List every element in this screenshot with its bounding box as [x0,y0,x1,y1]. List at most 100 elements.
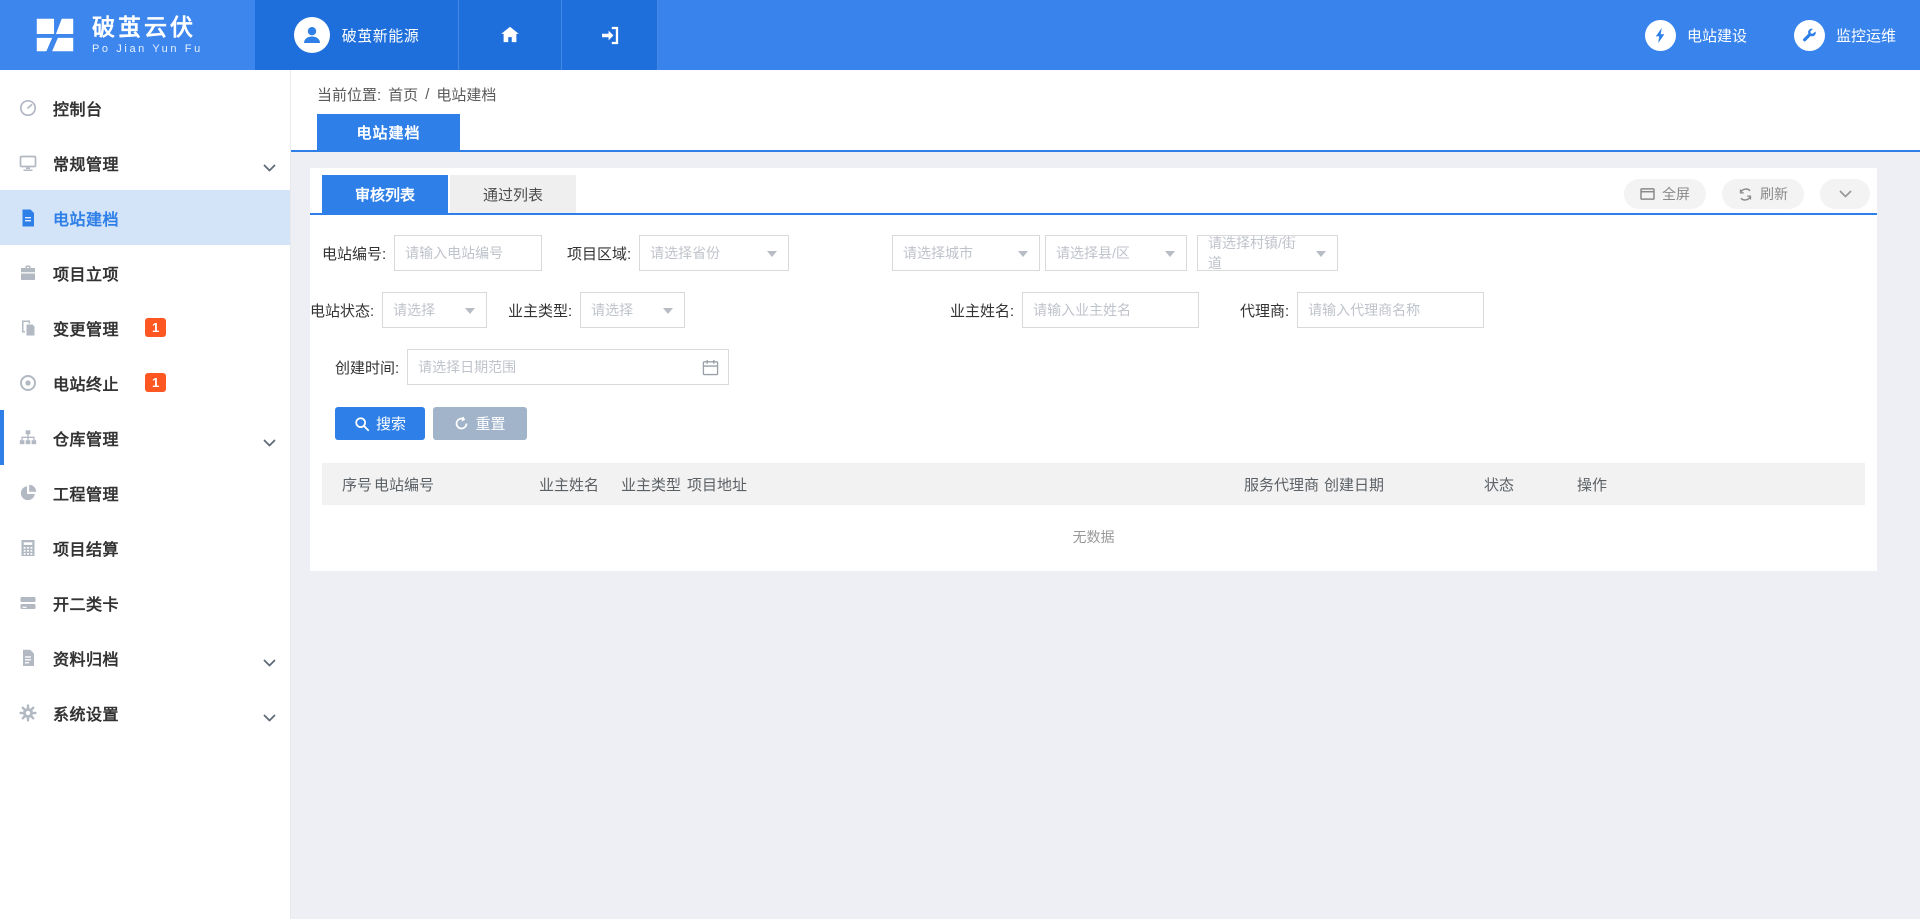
sidebar-item-label: 控制台 [53,96,103,120]
owner-type-select[interactable]: 请选择 [580,292,685,328]
station-status-value: 请选择 [393,300,435,320]
panel-tabs-row: 审核列表 通过列表 全屏 刷新 [310,168,1877,215]
search-button[interactable]: 搜索 [335,407,425,440]
sidebar-item-change-mgmt[interactable]: 变更管理 1 [0,300,290,355]
created-time-field: 创建时间: [335,349,729,385]
sidebar-item-system-settings[interactable]: 系统设置 [0,685,290,740]
user-avatar-icon [300,23,324,47]
agent-label: 代理商: [1240,300,1289,321]
chevron-down-icon [263,434,276,452]
table-header-row: 序号 电站编号 业主姓名 业主类型 项目地址 服务代理商 创建日期 状态 操作 [322,463,1865,505]
sidebar-item-label: 项目立项 [53,261,119,285]
chevron-down-icon [1839,190,1852,198]
station-no-input[interactable] [394,235,542,271]
mode-station-build[interactable]: 电站建设 [1645,20,1747,51]
wrench-icon [1801,27,1817,43]
main-content: 当前位置: 首页 / 电站建档 电站建档 审核列表 通过列表 全屏 刷新 [291,70,1920,919]
brand-logo-icon [32,12,78,58]
sidebar-item-station-archive[interactable]: 电站建档 [0,190,290,245]
owner-type-field: 业主类型: 请选择 [508,292,685,328]
page-tab-station-archive[interactable]: 电站建档 [317,114,460,150]
brand-title: 破茧云伏 [92,15,203,40]
gauge-icon [18,98,44,118]
dropdown-arrow-icon [663,308,673,314]
sidebar-item-data-archive[interactable]: 资料归档 [0,630,290,685]
owner-name-label: 业主姓名: [950,300,1014,321]
credit-card-icon [18,593,44,613]
agent-field: 代理商: [1240,292,1484,328]
dropdown-arrow-icon [1018,251,1028,257]
sidebar-item-warehouse-mgmt[interactable]: 仓库管理 [0,410,290,465]
col-created: 创建日期 [1324,474,1484,495]
archive-file-icon [18,648,44,668]
province-select[interactable]: 请选择省份 [639,235,789,271]
sitemap-icon [18,428,44,448]
sidebar-item-general-mgmt[interactable]: 常规管理 [0,135,290,190]
breadcrumb-prefix: 当前位置: [317,84,381,105]
sidebar-item-type2-card[interactable]: 开二类卡 [0,575,290,630]
wrench-icon-wrap [1794,20,1825,51]
breadcrumb-home-link[interactable]: 首页 [388,84,418,105]
search-icon [354,416,370,432]
chevron-down-icon [263,709,276,727]
sidebar-item-project-settlement[interactable]: 项目结算 [0,520,290,575]
city-select[interactable]: 请选择城市 [892,235,1040,271]
company-name: 破茧新能源 [342,25,420,46]
sidebar-item-label: 电站终止 [53,371,119,395]
breadcrumb: 当前位置: 首页 / 电站建档 [317,84,496,105]
station-archive-panel: 审核列表 通过列表 全屏 刷新 电站编号: [310,168,1877,571]
refresh-icon [1738,187,1753,202]
agent-input[interactable] [1297,292,1484,328]
top-header: 破茧云伏 Po Jian Yun Fu 破茧新能源 [0,0,1920,70]
owner-type-label: 业主类型: [508,300,572,321]
calculator-icon [18,538,44,558]
region-label: 项目区域: [567,243,631,264]
document-icon [18,208,44,228]
notification-badge: 1 [145,318,166,337]
col-index: 序号 [322,474,374,495]
tab-passed-list[interactable]: 通过列表 [450,175,576,213]
tab-review-list[interactable]: 审核列表 [322,175,448,213]
date-range-input[interactable] [407,349,729,385]
station-no-field: 电站编号: [322,235,542,271]
province-select-value: 请选择省份 [650,243,720,263]
refresh-button[interactable]: 刷新 [1722,179,1804,209]
sidebar-item-label: 资料归档 [53,646,119,670]
sidebar-item-engineering-mgmt[interactable]: 工程管理 [0,465,290,520]
reset-icon [454,416,469,431]
panel-toolbar: 全屏 刷新 [1624,179,1870,209]
reset-button[interactable]: 重置 [433,407,527,440]
mode-monitor-ops-label: 监控运维 [1836,25,1896,46]
region-province-field: 项目区域: 请选择省份 [567,235,789,271]
breadcrumb-separator: / [425,86,429,103]
owner-name-input[interactable] [1022,292,1199,328]
dropdown-arrow-icon [1165,251,1175,257]
station-status-select[interactable]: 请选择 [382,292,487,328]
fullscreen-button[interactable]: 全屏 [1624,179,1706,209]
sidebar-item-console[interactable]: 控制台 [0,80,290,135]
village-select[interactable]: 请选择村镇/街道 [1197,235,1338,271]
lightning-icon-wrap [1645,20,1676,51]
home-icon [499,24,521,46]
sidebar-item-station-termination[interactable]: 电站终止 1 [0,355,290,410]
date-range-picker[interactable] [407,349,729,385]
col-address: 项目地址 [687,474,1244,495]
sidebar-item-label: 开二类卡 [53,591,119,615]
logout-button[interactable] [562,0,658,70]
empty-state: 无数据 [322,505,1865,569]
col-agent: 服务代理商 [1244,474,1324,495]
region-village-field: 请选择村镇/街道 [1197,235,1338,271]
home-button[interactable] [459,0,562,70]
user-menu[interactable]: 破茧新能源 [255,0,459,70]
county-select-value: 请选择县/区 [1056,243,1130,263]
briefcase-icon [18,263,44,283]
pie-chart-icon [18,483,44,503]
mode-station-build-label: 电站建设 [1687,25,1747,46]
sidebar-item-project-initiation[interactable]: 项目立项 [0,245,290,300]
county-select[interactable]: 请选择县/区 [1045,235,1187,271]
created-time-label: 创建时间: [335,357,399,378]
mode-monitor-ops[interactable]: 监控运维 [1794,20,1896,51]
collapse-button[interactable] [1820,179,1870,209]
brand-logo[interactable]: 破茧云伏 Po Jian Yun Fu [0,0,255,70]
owner-type-value: 请选择 [591,300,633,320]
